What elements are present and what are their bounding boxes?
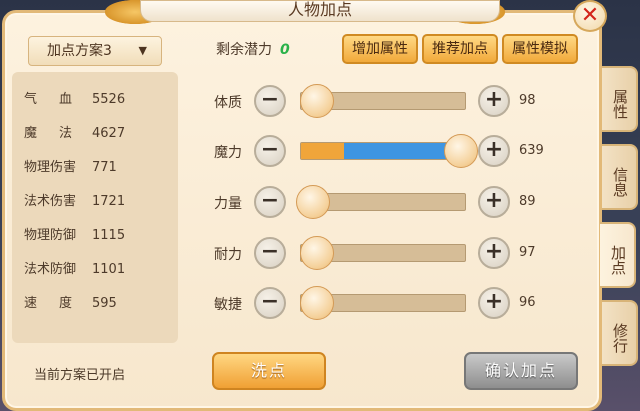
stat-row: 气血5526 <box>24 90 125 110</box>
slider-handle[interactable] <box>299 286 334 320</box>
plus-icon: + <box>484 87 504 112</box>
attribute-value: 96 <box>519 295 536 310</box>
potential-value: 0 <box>280 42 290 58</box>
stat-label: 魔法 <box>24 126 95 141</box>
stat-value: 1101 <box>92 262 126 277</box>
attribute-value: 639 <box>519 143 544 158</box>
stat-label: 气血 <box>24 92 95 107</box>
slider-handle[interactable] <box>299 84 334 118</box>
recommend-points-button[interactable]: 推荐加点 <box>422 34 498 64</box>
stat-label: 法术伤害 <box>24 194 77 209</box>
chevron-down-icon: ▼ <box>138 44 147 57</box>
scheme-status-text: 当前方案已开启 <box>34 368 126 383</box>
stat-row: 法术伤害 1721 <box>24 192 125 212</box>
stat-value: 1115 <box>92 228 126 243</box>
potential-label: 剩余潜力 <box>216 42 272 58</box>
plus-button[interactable]: + <box>478 186 510 218</box>
plus-icon: + <box>484 137 504 162</box>
attribute-value: 98 <box>519 93 536 108</box>
attribute-label: 体质 <box>214 95 242 111</box>
minus-button[interactable]: − <box>254 287 286 319</box>
plus-icon: + <box>484 188 504 213</box>
minus-button[interactable]: − <box>254 85 286 117</box>
remaining-potential: 剩余潜力 0 <box>216 39 290 59</box>
plus-button[interactable]: + <box>478 135 510 167</box>
plus-icon: + <box>484 239 504 264</box>
minus-icon: − <box>260 289 280 314</box>
minus-icon: − <box>260 87 280 112</box>
stat-row: 魔法4627 <box>24 124 125 144</box>
minus-button[interactable]: − <box>254 135 286 167</box>
add-attribute-button[interactable]: 增加属性 <box>342 34 418 64</box>
stat-value: 1721 <box>92 194 126 209</box>
confirm-points-button[interactable]: 确认加点 <box>464 352 578 390</box>
stat-row: 物理伤害 771 <box>24 158 117 178</box>
minus-icon: − <box>260 137 280 162</box>
minus-button[interactable]: − <box>254 237 286 269</box>
attribute-label: 耐力 <box>214 247 242 263</box>
attribute-label: 力量 <box>214 196 242 212</box>
attribute-value: 97 <box>519 245 536 260</box>
stat-row: 法术防御 1101 <box>24 260 125 280</box>
scheme-dropdown-label: 加点方案3 <box>47 43 112 59</box>
slider-handle[interactable] <box>444 134 479 168</box>
stat-value: 4627 <box>92 126 126 141</box>
stat-value: 595 <box>92 296 117 311</box>
stat-label: 速度 <box>24 296 95 311</box>
scheme-dropdown[interactable]: 加点方案3 ▼ <box>28 36 162 66</box>
attribute-simulate-button[interactable]: 属性模拟 <box>502 34 578 64</box>
close-icon: ✕ <box>580 3 600 28</box>
stat-label: 物理防御 <box>24 228 77 243</box>
stat-value: 5526 <box>92 92 126 107</box>
stat-row: 物理防御 1115 <box>24 226 125 246</box>
minus-button[interactable]: − <box>254 186 286 218</box>
slider-base-fill <box>301 143 344 159</box>
minus-icon: − <box>260 239 280 264</box>
stat-row: 速度595 <box>24 294 117 314</box>
plus-icon: + <box>484 289 504 314</box>
attribute-label: 敏捷 <box>214 297 242 313</box>
stat-label: 法术防御 <box>24 262 77 277</box>
slider-handle[interactable] <box>299 236 334 270</box>
stat-label: 物理伤害 <box>24 160 77 175</box>
wash-points-button[interactable]: 洗点 <box>212 352 326 390</box>
tab-attributes[interactable]: 属性 <box>602 66 638 132</box>
plus-button[interactable]: + <box>478 287 510 319</box>
stat-value: 771 <box>92 160 117 175</box>
tab-add-points[interactable]: 加点 <box>600 222 636 288</box>
attribute-label: 魔力 <box>214 145 242 161</box>
tab-cultivation[interactable]: 修行 <box>602 300 638 366</box>
attribute-slider-track[interactable] <box>300 142 466 160</box>
tab-info[interactable]: 信息 <box>602 144 638 210</box>
window-title: 人物加点 <box>287 0 352 19</box>
attribute-value: 89 <box>519 194 536 209</box>
plus-button[interactable]: + <box>478 85 510 117</box>
minus-icon: − <box>260 188 280 213</box>
plus-button[interactable]: + <box>478 237 510 269</box>
close-button[interactable]: ✕ <box>573 0 607 32</box>
